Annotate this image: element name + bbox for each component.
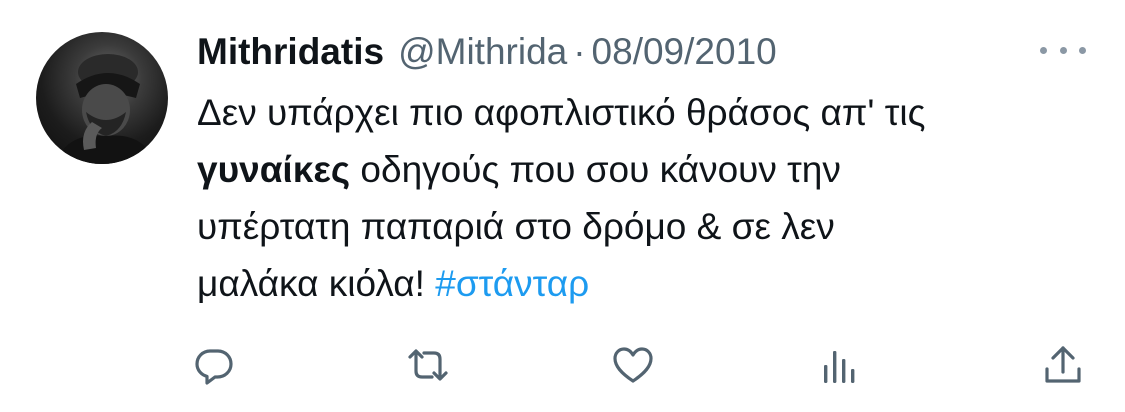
like-button[interactable] [608,340,658,390]
action-bar [0,340,1125,390]
retweet-icon [408,349,448,381]
avatar[interactable] [36,32,168,164]
views-icon [824,351,855,383]
avatar-image [56,54,154,164]
hashtag-link[interactable]: #στάνταρ [435,263,589,304]
more-dot [1059,46,1067,54]
tweet-line-2-rest: οδηγούς που σου κάνουν την [350,149,841,190]
retweet-button[interactable] [403,340,453,390]
bold-word: γυναίκες [197,149,351,190]
tweet-header: Mithridatis @Mithrida · 08/09/2010 [197,26,777,78]
more-dot [1040,46,1047,54]
author-name[interactable]: Mithridatis [197,31,384,73]
share-icon [1045,346,1081,383]
tweet-line-2: γυναίκες οδηγούς που σου κάνουν την [197,141,1097,198]
heart-icon [613,347,653,383]
tweet-line-1: Δεν υπάρχει πιο αφοπλιστικό θράσος απ' τ… [197,92,926,133]
tweet-line-4-text: μαλάκα κιόλα! [197,263,436,304]
tweet-date[interactable]: 08/09/2010 [592,31,777,73]
tweet-line-3: υπέρτατη παπαριά στο δρόμο & σε λεν [197,206,835,247]
author-handle[interactable]: @Mithrida [398,31,567,73]
more-horizontal-icon[interactable] [1040,36,1086,64]
tweet-text: Δεν υπάρχει πιο αφοπλιστικό θράσος απ' τ… [197,84,1097,312]
header-separator: · [573,31,586,72]
more-dot [1079,46,1086,54]
share-button[interactable] [1038,340,1088,390]
tweet-card[interactable]: Mithridatis @Mithrida · 08/09/2010 Δεν υ… [0,0,1125,412]
views-button[interactable] [815,340,865,390]
tweet-line-4: μαλάκα κιόλα! #στάνταρ [197,255,1097,312]
reply-button[interactable] [189,340,239,390]
reply-icon [195,349,233,385]
